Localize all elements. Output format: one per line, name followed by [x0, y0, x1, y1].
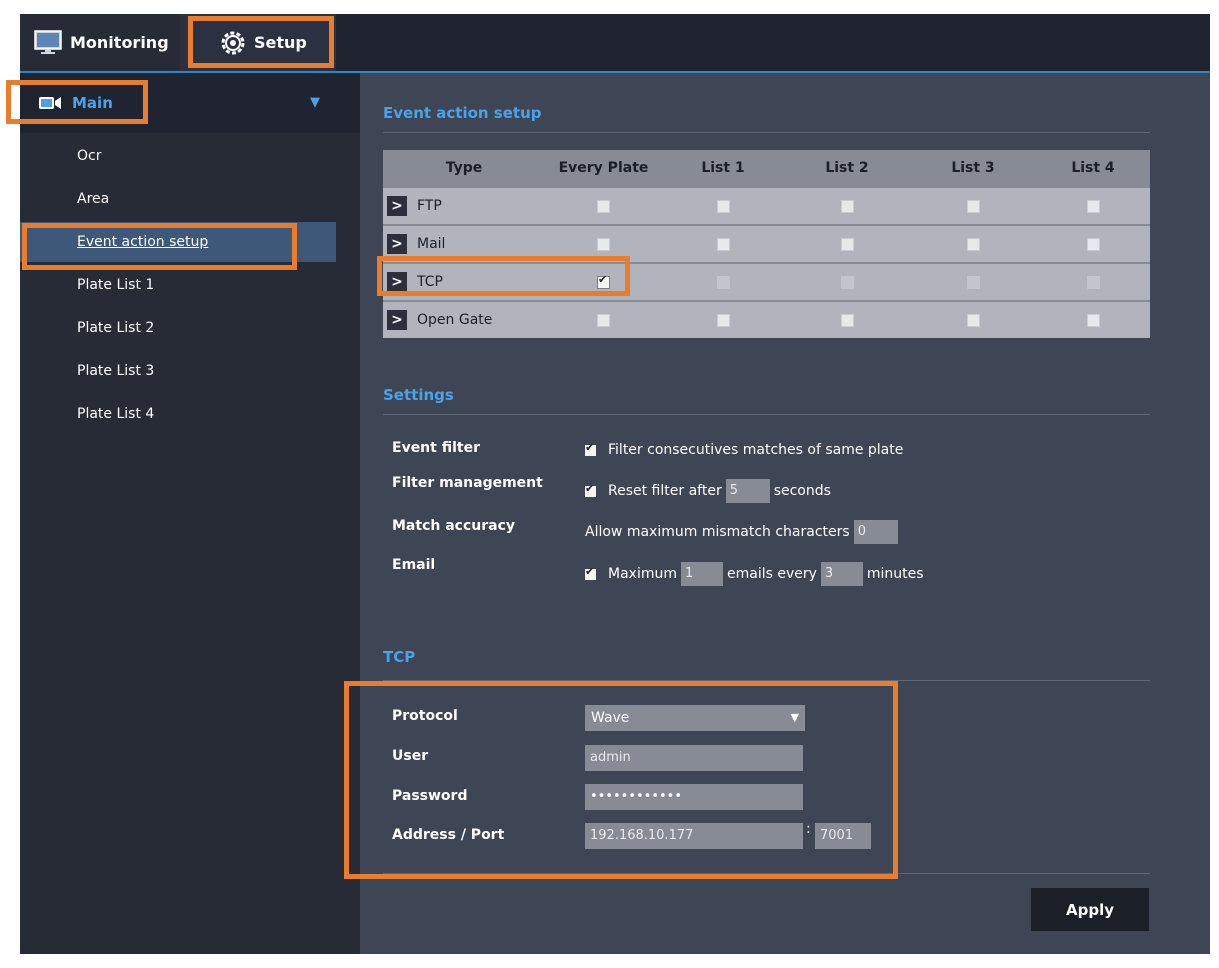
- row-type-label: FTP: [417, 198, 442, 214]
- email-interval-input[interactable]: 3: [820, 562, 863, 586]
- checkbox-tcp-list-4[interactable]: [1086, 275, 1100, 289]
- monitor-icon: [34, 29, 62, 56]
- checkbox-ftp-list-3[interactable]: [966, 199, 980, 213]
- email-max-checkbox[interactable]: [585, 565, 596, 580]
- divider: [383, 414, 1150, 415]
- check-cell: [784, 262, 910, 301]
- match-accuracy-label: Match accuracy: [392, 518, 515, 534]
- check-cell: [545, 300, 662, 338]
- checkbox-ftp-list-1[interactable]: [716, 199, 730, 213]
- event-filter-option: Filter consecutives matches of same plat…: [585, 441, 904, 458]
- sidebar-item-plate-list-4[interactable]: Plate List 4: [20, 394, 336, 434]
- checkbox-mail-every-plate[interactable]: [597, 237, 610, 251]
- email-label: Email: [392, 557, 436, 573]
- email-option: Maximum 1 emails every 3 minutes: [585, 562, 924, 586]
- col-list-4: List 4: [1036, 150, 1150, 187]
- mismatch-text: Allow maximum mismatch characters: [585, 524, 850, 540]
- tab-monitoring[interactable]: Monitoring: [20, 14, 180, 71]
- sidebar-item-area[interactable]: Area: [20, 179, 336, 219]
- highlight-tcp-row: [377, 256, 630, 296]
- expand-arrow-icon[interactable]: >: [387, 310, 407, 330]
- divider: [383, 132, 1150, 133]
- type-cell: > Open Gate: [383, 300, 545, 338]
- checkbox-tcp-list-3[interactable]: [966, 275, 980, 289]
- type-cell: > FTP: [383, 186, 545, 225]
- reset-filter-text: Reset filter after: [608, 483, 722, 499]
- col-every-plate: Every Plate: [545, 150, 662, 187]
- col-list-3: List 3: [910, 150, 1036, 187]
- check-cell: [910, 300, 1036, 338]
- sidebar-item-plate-list-2[interactable]: Plate List 2: [20, 308, 336, 348]
- col-type: Type: [383, 150, 545, 187]
- seconds-text: seconds: [773, 483, 831, 499]
- check-cell: [910, 186, 1036, 225]
- checkbox-tcp-list-2[interactable]: [840, 275, 854, 289]
- email-max-count-input[interactable]: 1: [680, 562, 723, 586]
- checkbox-mail-list-1[interactable]: [716, 237, 730, 251]
- apply-button[interactable]: Apply: [1031, 888, 1149, 931]
- checkbox-ftp-every-plate[interactable]: [597, 199, 610, 213]
- highlight-main-group: [6, 80, 148, 124]
- event-filter-label: Event filter: [392, 440, 480, 456]
- check-cell: [1036, 224, 1150, 263]
- highlight-setup-tab: [188, 16, 334, 68]
- checkbox-open-gate-every-plate[interactable]: [597, 313, 610, 327]
- settings-title: Settings: [383, 386, 454, 404]
- checkbox-ftp-list-2[interactable]: [840, 199, 854, 213]
- minutes-text: minutes: [866, 566, 924, 582]
- sidebar-item-plate-list-3[interactable]: Plate List 3: [20, 351, 336, 391]
- checkbox-mail-list-3[interactable]: [966, 237, 980, 251]
- sidebar: Main ▼ Ocr Area Event action setup Plate…: [20, 73, 360, 954]
- checkbox-mail-list-4[interactable]: [1086, 237, 1100, 251]
- row-type-label: Mail: [417, 236, 446, 252]
- caret-down-icon[interactable]: ▼: [310, 95, 320, 110]
- check-cell: [784, 300, 910, 338]
- check-cell: [1036, 262, 1150, 301]
- sidebar-item-plate-list-1[interactable]: Plate List 1: [20, 265, 336, 305]
- match-accuracy-option: Allow maximum mismatch characters 0: [585, 520, 902, 544]
- check-cell: [662, 224, 784, 263]
- checkbox-open-gate-list-1[interactable]: [716, 313, 730, 327]
- col-list-2: List 2: [784, 150, 910, 187]
- filter-management-option: Reset filter after 5 seconds: [585, 479, 831, 503]
- check-cell: [662, 262, 784, 301]
- checkbox-ftp-list-4[interactable]: [1086, 199, 1100, 213]
- col-list-1: List 1: [662, 150, 784, 187]
- check-cell: [784, 224, 910, 263]
- check-cell: [784, 186, 910, 225]
- emails-every-text: emails every: [726, 566, 817, 582]
- mismatch-characters-input[interactable]: 0: [853, 520, 898, 544]
- reset-filter-checkbox[interactable]: [585, 482, 596, 497]
- highlight-event-action-item: [22, 223, 297, 270]
- tab-monitoring-label: Monitoring: [70, 33, 169, 52]
- check-cell: [910, 224, 1036, 263]
- checkbox-open-gate-list-4[interactable]: [1086, 313, 1100, 327]
- filter-management-label: Filter management: [392, 475, 543, 491]
- checkbox-tcp-list-1[interactable]: [716, 275, 730, 289]
- check-cell: [545, 186, 662, 225]
- check-cell: [662, 300, 784, 338]
- expand-arrow-icon[interactable]: >: [387, 234, 407, 254]
- checkbox-open-gate-list-2[interactable]: [840, 313, 854, 327]
- event-action-title: Event action setup: [383, 104, 542, 122]
- event-action-table: Type Every Plate List 1 List 2 List 3 Li…: [383, 150, 1150, 338]
- table-header-row: Type Every Plate List 1 List 2 List 3 Li…: [383, 150, 1150, 187]
- table-row-open-gate: > Open Gate: [383, 300, 1150, 338]
- check-cell: [1036, 186, 1150, 225]
- check-cell: [910, 262, 1036, 301]
- event-filter-checkbox[interactable]: [585, 441, 596, 456]
- sidebar-item-ocr[interactable]: Ocr: [20, 136, 336, 176]
- highlight-tcp-settings: [344, 681, 898, 879]
- maximum-text: Maximum: [608, 566, 677, 582]
- reset-filter-seconds-input[interactable]: 5: [725, 479, 770, 503]
- checkbox-open-gate-list-3[interactable]: [966, 313, 980, 327]
- row-type-label: Open Gate: [417, 312, 493, 328]
- expand-arrow-icon[interactable]: >: [387, 196, 407, 216]
- check-cell: [662, 186, 784, 225]
- table-row-ftp: > FTP: [383, 186, 1150, 225]
- check-cell: [1036, 300, 1150, 338]
- tcp-title: TCP: [383, 648, 416, 666]
- checkbox-mail-list-2[interactable]: [840, 237, 854, 251]
- event-filter-text: Filter consecutives matches of same plat…: [608, 442, 904, 458]
